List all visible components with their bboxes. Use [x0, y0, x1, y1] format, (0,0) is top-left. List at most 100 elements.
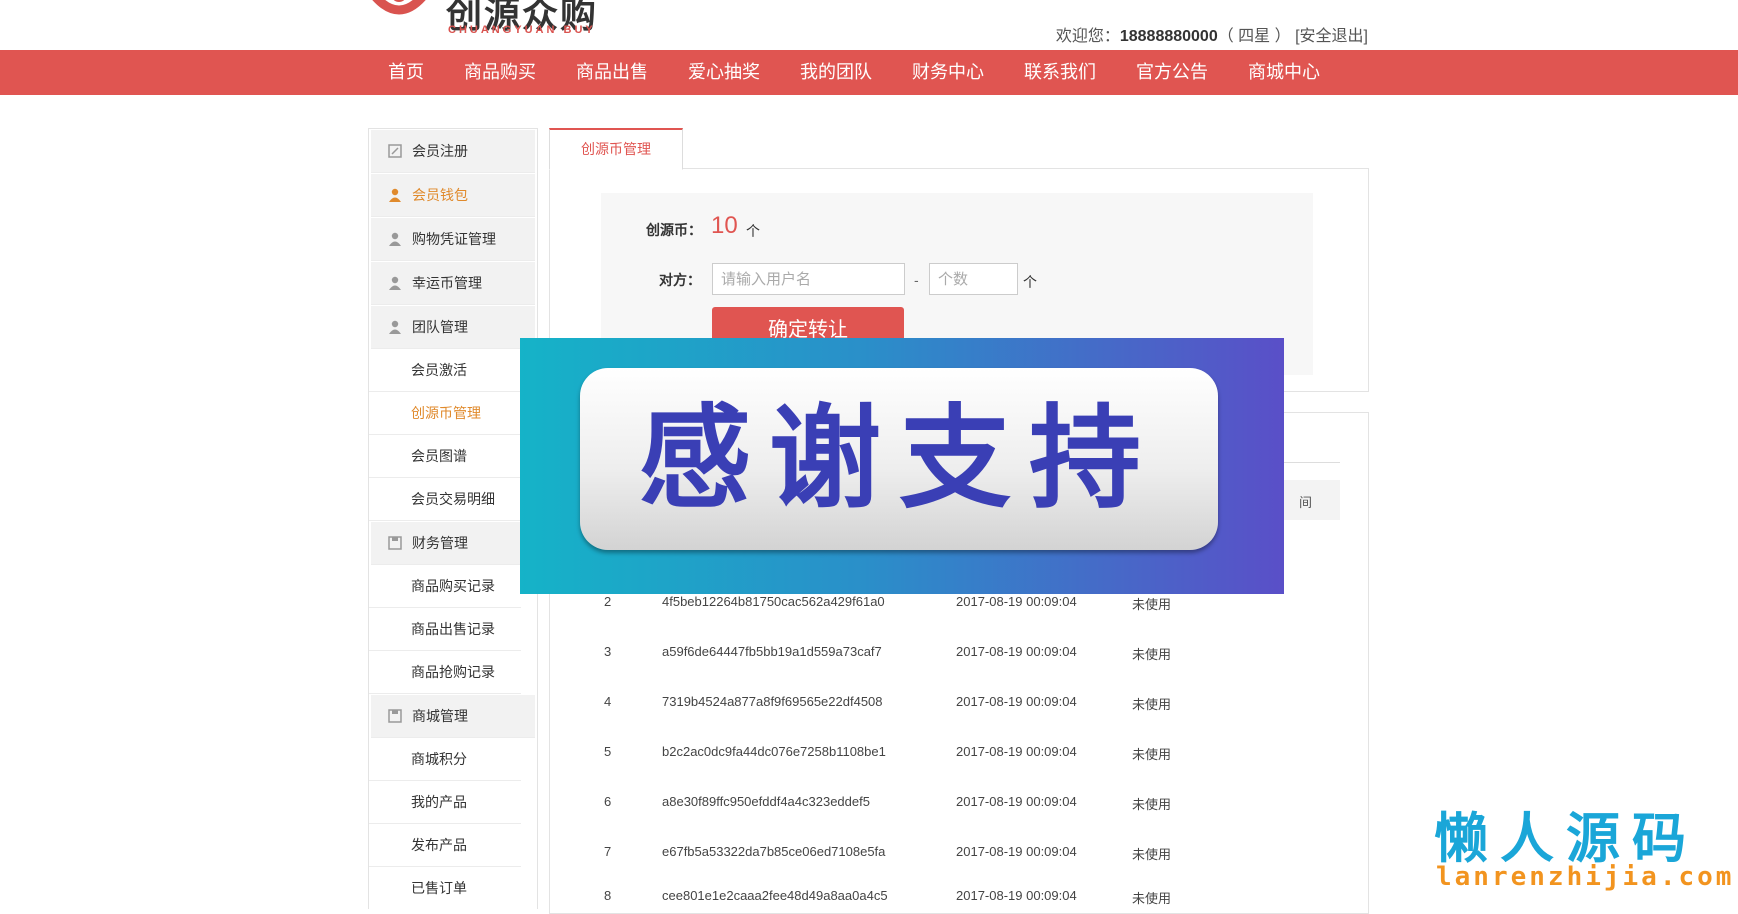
sidebar-item-label: 会员注册: [412, 143, 468, 159]
site-logo[interactable]: 创源众购 CHUANGYUAN BUY: [366, 0, 646, 40]
nav-item-contact[interactable]: 联系我们: [1004, 50, 1116, 95]
cell-no: 2: [604, 594, 612, 609]
sidebar-item-register[interactable]: 会员注册: [371, 130, 535, 173]
cell-status: 未使用: [1132, 847, 1172, 862]
thanks-banner: 感谢支持: [520, 338, 1284, 594]
sidebar-subitem-points[interactable]: 商城积分: [369, 738, 521, 781]
sidebar-item-wallet[interactable]: 会员钱包: [371, 174, 535, 217]
save-icon: [388, 709, 402, 723]
logo-text-en: CHUANGYUAN BUY: [448, 24, 596, 36]
header: 创源众购 CHUANGYUAN BUY 欢迎您：18888880000（ 四星 …: [0, 0, 1738, 50]
cell-code: b2c2ac0dc9fa44dc076e7258b1108be1: [662, 744, 886, 759]
cell-status: 未使用: [1132, 597, 1172, 612]
table-row: 5 b2c2ac0dc9fa44dc076e7258b1108be1 2017-…: [596, 738, 1340, 768]
username-input[interactable]: [712, 263, 905, 295]
table-row: 7 e67fb5a53322da7b85ce06ed7108e5fa 2017-…: [596, 838, 1340, 868]
cell-no: 4: [604, 694, 612, 709]
sidebar-item-team[interactable]: 团队管理: [371, 306, 535, 349]
user-level: （ 四星 ）: [1217, 28, 1291, 45]
thanks-banner-card: 感谢支持: [580, 368, 1218, 550]
sidebar-subitem-sold-orders[interactable]: 已售订单: [369, 867, 521, 909]
sidebar-subitem-trade-detail[interactable]: 会员交易明细: [369, 478, 521, 521]
sidebar-subitem-buy-record[interactable]: 商品购买记录: [369, 565, 521, 608]
nav-item-notice[interactable]: 官方公告: [1116, 50, 1228, 95]
main-nav: 首页 商品购买 商品出售 爱心抽奖 我的团队 财务中心 联系我们 官方公告 商城…: [0, 50, 1738, 95]
sidebar-subitem-my-products[interactable]: 我的产品: [369, 781, 521, 824]
thanks-banner-text: 感谢支持: [639, 394, 1159, 524]
cell-status: 未使用: [1132, 891, 1172, 906]
sidebar-item-finance[interactable]: 财务管理: [371, 522, 535, 565]
cell-no: 3: [604, 644, 612, 659]
cell-code: e67fb5a53322da7b85ce06ed7108e5fa: [662, 844, 886, 859]
sidebar-subitem-member-map[interactable]: 会员图谱: [369, 435, 521, 478]
cell-status: 未使用: [1132, 697, 1172, 712]
watermark-en: lanrenzhijia.com: [1436, 862, 1735, 892]
user-icon: [389, 276, 401, 290]
sidebar-item-mall[interactable]: 商城管理: [371, 695, 535, 738]
sidebar-subitem-publish[interactable]: 发布产品: [369, 824, 521, 867]
separator-dash: -: [914, 272, 919, 288]
welcome-prefix: 欢迎您：: [1055, 28, 1120, 45]
nav-item-mall[interactable]: 商城中心: [1228, 50, 1340, 95]
count-input[interactable]: [929, 263, 1018, 295]
cell-time: 2017-08-19 00:09:04: [956, 744, 1077, 759]
sidebar-item-label: 幸运币管理: [412, 275, 482, 291]
cell-time: 2017-08-19 00:09:04: [956, 594, 1077, 609]
coin-balance: 10: [711, 212, 738, 239]
sidebar: 会员注册 会员钱包 购物凭证管理 幸运币管理 团队管理 会员激活 创源币管理 会…: [368, 128, 538, 909]
nav-item-finance[interactable]: 财务中心: [892, 50, 1004, 95]
sidebar-item-voucher[interactable]: 购物凭证管理: [371, 218, 535, 261]
cell-time: 2017-08-19 00:09:04: [956, 644, 1077, 659]
sidebar-item-label: 购物凭证管理: [412, 231, 496, 247]
edit-icon: [388, 144, 402, 158]
logout-link[interactable]: [安全退出]: [1295, 28, 1368, 45]
nav-item-buy[interactable]: 商品购买: [444, 50, 556, 95]
nav-item-home[interactable]: 首页: [368, 50, 444, 95]
sidebar-subitem-sell-record[interactable]: 商品出售记录: [369, 608, 521, 651]
table-row: 4 7319b4524a877a8f9f69565e22df4508 2017-…: [596, 688, 1340, 718]
sidebar-subitem-coin-manage[interactable]: 创源币管理: [369, 392, 521, 435]
cell-no: 8: [604, 888, 612, 903]
cell-code: cee801e1e2caaa2fee48d49a8aa0a4c5: [662, 888, 888, 903]
sidebar-item-label: 商城管理: [412, 708, 468, 724]
cell-no: 5: [604, 744, 612, 759]
user-phone: 18888880000: [1119, 28, 1218, 45]
column-header-time: 间: [1298, 495, 1312, 510]
cell-code: a59f6de64447fb5bb19a1d559a73caf7: [662, 644, 882, 659]
coin-unit: 个: [746, 223, 760, 239]
target-label: 对方：: [659, 272, 701, 288]
cell-no: 7: [604, 844, 612, 859]
cell-time: 2017-08-19 00:09:04: [956, 844, 1077, 859]
nav-item-team[interactable]: 我的团队: [780, 50, 892, 95]
sidebar-item-label: 会员钱包: [412, 187, 468, 203]
sidebar-item-lucky-coin[interactable]: 幸运币管理: [371, 262, 535, 305]
nav-item-lottery[interactable]: 爱心抽奖: [668, 50, 780, 95]
cell-time: 2017-08-19 00:09:04: [956, 794, 1077, 809]
cell-code: 7319b4524a877a8f9f69565e22df4508: [662, 694, 883, 709]
table-row: 3 a59f6de64447fb5bb19a1d559a73caf7 2017-…: [596, 638, 1340, 668]
sidebar-item-label: 财务管理: [412, 535, 468, 551]
cell-time: 2017-08-19 00:09:04: [956, 888, 1077, 903]
sidebar-item-label: 团队管理: [412, 319, 468, 335]
tab-coin-manage[interactable]: 创源币管理: [549, 128, 683, 170]
sidebar-subitem-activate[interactable]: 会员激活: [369, 349, 521, 392]
welcome-bar: 欢迎您：18888880000（ 四星 ） [安全退出]: [1056, 22, 1368, 46]
cell-code: 4f5beb12264b81750cac562a429f61a0: [662, 594, 885, 609]
logo-mark-icon: [372, 0, 426, 15]
cell-time: 2017-08-19 00:09:04: [956, 694, 1077, 709]
user-icon: [389, 320, 401, 334]
table-row: 6 a8e30f89ffc950efddf4a4c323eddef5 2017-…: [596, 788, 1340, 818]
table-row: 8 cee801e1e2caaa2fee48d49a8aa0a4c5 2017-…: [596, 882, 1340, 912]
nav-item-sell[interactable]: 商品出售: [556, 50, 668, 95]
user-icon: [389, 232, 401, 246]
cell-code: a8e30f89ffc950efddf4a4c323eddef5: [662, 794, 870, 809]
coin-label: 创源币：: [646, 222, 702, 238]
cell-status: 未使用: [1132, 647, 1172, 662]
cell-status: 未使用: [1132, 797, 1172, 812]
cell-no: 6: [604, 794, 612, 809]
user-icon: [389, 188, 401, 202]
cell-status: 未使用: [1132, 747, 1172, 762]
save-icon: [388, 536, 402, 550]
count-unit: 个: [1023, 274, 1037, 290]
sidebar-subitem-snap-record[interactable]: 商品抢购记录: [369, 651, 521, 694]
